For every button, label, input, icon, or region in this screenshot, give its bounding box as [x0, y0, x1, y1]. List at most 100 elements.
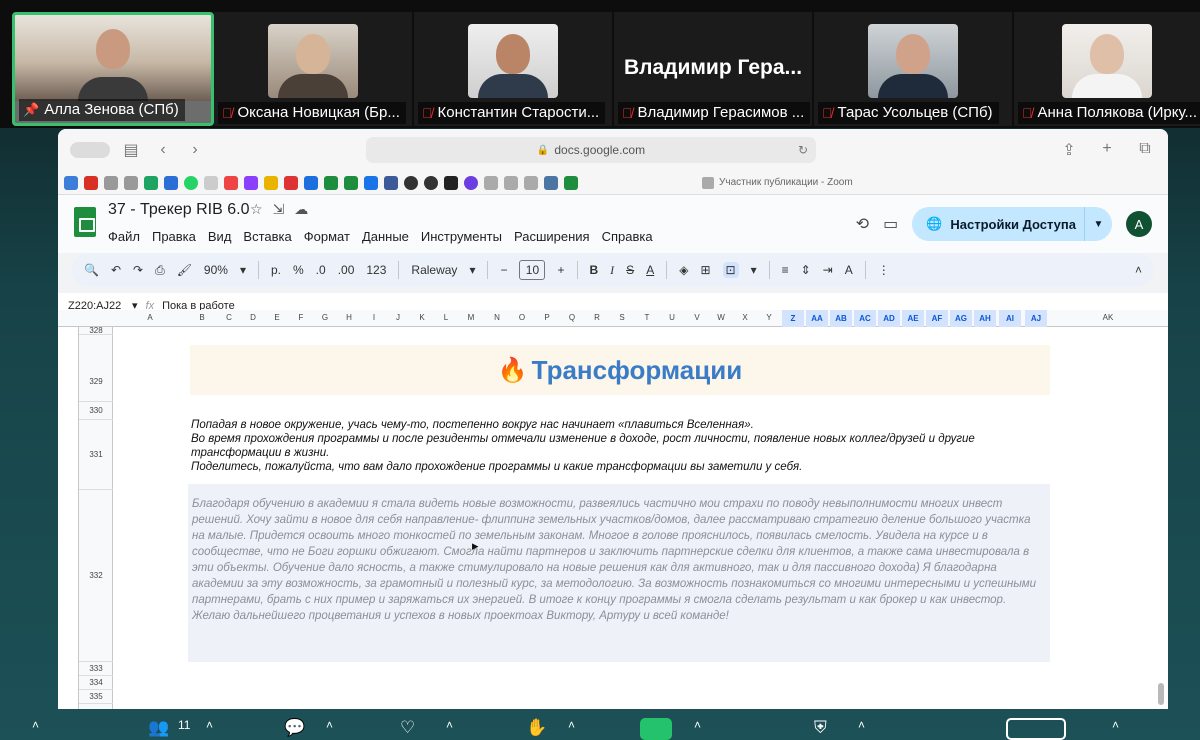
text-wrap-icon[interactable]: ⇥	[823, 263, 833, 277]
currency-format-button[interactable]: р.	[271, 263, 281, 277]
column-header[interactable]: AH	[974, 310, 996, 327]
font-size-input[interactable]: 10	[519, 260, 546, 280]
plus-icon[interactable]: +	[557, 263, 564, 277]
vertical-align-icon[interactable]: ⇕	[801, 263, 811, 277]
borders-icon[interactable]: ⊞	[700, 263, 710, 277]
column-header[interactable]: W	[710, 313, 732, 322]
minus-icon[interactable]: −	[500, 263, 507, 277]
chevron-down-icon[interactable]: ▾	[240, 263, 246, 277]
share-screen-button[interactable]	[640, 718, 672, 740]
row-header[interactable]: 333	[79, 662, 113, 676]
participant-tile[interactable]: Владимир Гера... 🎙̸ Владимир Герасимов .…	[614, 12, 812, 126]
avatar[interactable]: A	[1126, 211, 1152, 237]
column-header[interactable]: A	[130, 313, 170, 322]
sidebar-icon[interactable]: ▤	[120, 140, 142, 160]
column-header[interactable]: AF	[926, 310, 948, 327]
bookmark-icon[interactable]	[464, 175, 478, 190]
drive-icon[interactable]	[144, 175, 158, 190]
sheets-bookmark-icon[interactable]	[564, 175, 578, 190]
participant-tile-active[interactable]: 📌 Алла Зенова (СПб)	[12, 12, 214, 126]
history-icon[interactable]: ⟲	[856, 214, 869, 234]
chat-icon[interactable]: 💬	[284, 718, 305, 738]
column-header[interactable]: N	[486, 313, 508, 322]
chevron-down-icon[interactable]: ▾	[469, 263, 475, 277]
security-icon[interactable]: ⛨	[814, 718, 827, 738]
column-header[interactable]: S	[611, 313, 633, 322]
share-button[interactable]: 🌐 Настройки Доступа ▼	[912, 207, 1112, 241]
column-header[interactable]: G	[315, 313, 335, 322]
column-header[interactable]: AA	[806, 310, 828, 327]
chevron-up-icon[interactable]: ˄	[326, 718, 333, 732]
share-icon[interactable]: ⇪	[1058, 140, 1080, 160]
column-header[interactable]: X	[734, 313, 756, 322]
percent-format-button[interactable]: %	[293, 263, 304, 277]
bookmark-icon[interactable]	[304, 175, 318, 190]
strikethrough-icon[interactable]: S	[626, 263, 634, 277]
tabs-icon[interactable]: ⧉	[1134, 140, 1156, 160]
column-header[interactable]: AD	[878, 310, 900, 327]
background-tab[interactable]: Участник публикации - Zoom	[702, 176, 853, 189]
row-header[interactable]: 334	[79, 676, 113, 690]
column-header[interactable]: D	[243, 313, 263, 322]
back-icon[interactable]: ‹	[152, 141, 174, 159]
row-header[interactable]: 335	[79, 690, 113, 704]
column-header[interactable]: AC	[854, 310, 876, 327]
column-header[interactable]: AE	[902, 310, 924, 327]
column-header[interactable]: U	[661, 313, 683, 322]
column-header[interactable]: AI	[999, 310, 1021, 327]
column-header[interactable]: Z	[782, 310, 804, 327]
search-icon[interactable]: 🔍	[84, 263, 99, 277]
chevron-up-icon[interactable]: ˄	[568, 718, 575, 732]
bookmark-icon[interactable]	[504, 175, 518, 190]
column-header[interactable]: F	[291, 313, 311, 322]
menu-data[interactable]: Данные	[362, 229, 409, 244]
vertical-scrollbar[interactable]	[1158, 683, 1164, 705]
whatsapp-icon[interactable]	[184, 175, 198, 190]
increase-decimal-button[interactable]: .00	[338, 263, 355, 277]
paint-format-icon[interactable]: 🖌	[177, 263, 192, 277]
chevron-up-icon[interactable]: ˄	[206, 718, 213, 732]
column-header[interactable]: J	[388, 313, 408, 322]
chevron-up-icon[interactable]: ˄	[858, 718, 865, 732]
menu-format[interactable]: Формат	[304, 229, 350, 244]
column-header[interactable]: T	[636, 313, 658, 322]
column-header[interactable]: AB	[830, 310, 852, 327]
bookmark-icon[interactable]	[484, 175, 498, 190]
fill-color-icon[interactable]: ◈	[679, 263, 688, 277]
menu-edit[interactable]: Правка	[152, 229, 196, 244]
zoom-select[interactable]: 90%	[204, 263, 228, 277]
bookmark-icon[interactable]	[64, 175, 78, 190]
menu-tools[interactable]: Инструменты	[421, 229, 502, 244]
bookmark-icon[interactable]	[264, 175, 278, 190]
text-color-icon[interactable]: A	[646, 263, 654, 277]
column-header[interactable]: AJ	[1025, 310, 1047, 327]
bookmark-icon[interactable]	[164, 175, 178, 190]
forward-icon[interactable]: ›	[184, 141, 206, 159]
column-header[interactable]: R	[586, 313, 608, 322]
address-bar[interactable]: 🔒 docs.google.com ↻	[366, 137, 816, 163]
redo-icon[interactable]: ↷	[133, 263, 143, 277]
column-header[interactable]: K	[412, 313, 432, 322]
cloud-icon[interactable]: ☁	[294, 201, 308, 218]
bookmark-icon[interactable]	[224, 175, 238, 190]
row-header[interactable]: 332	[79, 490, 113, 662]
print-icon[interactable]: ⎙	[155, 263, 165, 278]
chevron-up-icon[interactable]: ˄	[694, 718, 701, 732]
bookmark-icon[interactable]	[384, 175, 398, 190]
column-header[interactable]: M	[460, 313, 482, 322]
row-header[interactable]: 328	[79, 327, 113, 335]
font-select[interactable]: Raleway	[411, 263, 457, 277]
chevron-up-icon[interactable]: ˄	[32, 718, 39, 732]
column-header[interactable]: O	[511, 313, 533, 322]
column-header[interactable]: C	[219, 313, 239, 322]
chevron-up-icon[interactable]: ˄	[446, 718, 453, 732]
participant-tile[interactable]: 🎙̸ Константин Старости...	[414, 12, 612, 126]
bookmark-icon[interactable]	[284, 175, 298, 190]
column-header[interactable]: AK	[1088, 313, 1128, 322]
bold-icon[interactable]: B	[590, 263, 599, 277]
intro-text[interactable]: Попадая в новое окружение, учась чему-то…	[191, 418, 1031, 474]
participants-icon[interactable]: 👥	[148, 718, 169, 738]
participant-tile[interactable]: 🎙̸ Оксана Новицкая (Бр...	[214, 12, 412, 126]
undo-icon[interactable]: ↶	[111, 263, 121, 277]
new-tab-icon[interactable]: +	[1096, 140, 1118, 160]
